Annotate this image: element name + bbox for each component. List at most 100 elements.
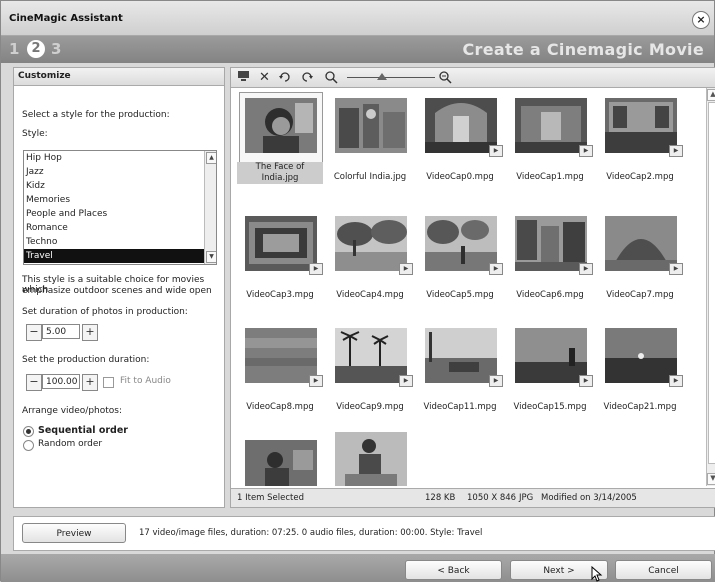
media-thumb[interactable]: ▶ VideoCap8.mpg (237, 328, 323, 428)
play-icon[interactable]: ▶ (669, 263, 683, 275)
image-dimensions: 1050 X 846 (467, 493, 517, 503)
media-caption: VideoCap7.mpg (606, 290, 674, 300)
step-1: 1 (9, 40, 20, 58)
media-thumb[interactable]: ▶ VideoCap7.mpg (597, 216, 683, 316)
style-item[interactable]: Jazz (24, 165, 216, 179)
media-caption: VideoCap8.mpg (246, 402, 314, 412)
media-caption: Colorful India.jpg (333, 172, 407, 182)
play-icon[interactable]: ▶ (489, 375, 503, 387)
play-icon[interactable]: ▶ (669, 145, 683, 157)
zoom-out-icon[interactable] (323, 70, 338, 85)
preview-button[interactable]: Preview (22, 523, 126, 543)
thumbnail-image (335, 328, 407, 383)
zoom-slider-knob[interactable] (377, 73, 387, 80)
increment-button[interactable]: + (82, 324, 98, 341)
media-thumb[interactable] (327, 432, 413, 486)
style-item-selected[interactable]: Travel (24, 249, 216, 263)
select-style-prompt: Select a style for the production: (22, 110, 170, 120)
rotate-right-icon[interactable] (299, 70, 314, 85)
modified-date: Modified on 3/14/2005 (541, 493, 637, 503)
media-thumb[interactable]: ▶ VideoCap11.mpg (417, 328, 503, 428)
play-icon[interactable]: ▶ (399, 375, 413, 387)
file-format: JPG (519, 493, 534, 503)
media-thumb[interactable]: ▶ VideoCap9.mpg (327, 328, 413, 428)
play-icon[interactable]: ▶ (579, 263, 593, 275)
scroll-up-icon[interactable]: ▲ (206, 152, 216, 164)
zoom-in-icon[interactable] (437, 70, 452, 85)
summary-text: 17 video/image files, duration: 07:25. 0… (139, 528, 483, 538)
media-thumb[interactable]: ▶ VideoCap6.mpg (507, 216, 593, 316)
arrange-label: Arrange video/photos: (22, 406, 123, 416)
media-thumb[interactable]: ▶ VideoCap0.mpg (417, 98, 503, 198)
media-thumb[interactable] (237, 440, 323, 486)
media-panel: ✕ The Face of India.jpg Colorful India.j… (230, 67, 715, 508)
scroll-down-icon[interactable]: ▼ (707, 473, 715, 485)
cancel-button[interactable]: Cancel (615, 560, 712, 580)
style-item[interactable]: Hip Hop (24, 151, 216, 165)
customize-panel: Customize Select a style for the product… (13, 67, 225, 508)
delete-icon[interactable]: ✕ (257, 70, 272, 85)
production-duration-stepper: − 100.00 + Fit to Audio (26, 374, 206, 391)
play-icon[interactable]: ▶ (489, 145, 503, 157)
thumbnail-image (515, 328, 587, 383)
style-list-scrollbar[interactable]: ▲ ▼ (204, 151, 216, 264)
production-duration-label: Set the production duration: (22, 355, 150, 365)
media-thumb[interactable]: ▶ VideoCap21.mpg (597, 328, 683, 428)
media-thumb[interactable]: ▶ VideoCap2.mpg (597, 98, 683, 198)
media-scrollbar[interactable]: ▲ ▼ (706, 88, 715, 486)
page-heading: Create a Cinemagic Movie (462, 40, 704, 59)
media-thumb[interactable]: ▶ VideoCap4.mpg (327, 216, 413, 316)
media-grid: The Face of India.jpg Colorful India.jpg … (231, 88, 707, 486)
zoom-slider[interactable] (347, 73, 435, 80)
rotate-left-icon[interactable] (277, 70, 292, 85)
decrement-button[interactable]: − (26, 374, 42, 391)
scroll-up-icon[interactable]: ▲ (707, 89, 715, 101)
back-button[interactable]: < Back (405, 560, 502, 580)
media-thumb[interactable]: ▶ VideoCap15.mpg (507, 328, 593, 428)
caption-line: India.jpg (261, 173, 299, 183)
style-item[interactable]: Techno (24, 235, 216, 249)
thumbnail-image (335, 98, 407, 153)
step-3: 3 (51, 40, 62, 58)
style-item[interactable]: People and Places (24, 207, 216, 221)
increment-button[interactable]: + (82, 374, 98, 391)
scroll-down-icon[interactable]: ▼ (206, 251, 216, 263)
media-thumb[interactable]: ▶ VideoCap5.mpg (417, 216, 503, 316)
style-item[interactable]: Kidz (24, 179, 216, 193)
media-thumb[interactable]: The Face of India.jpg (237, 92, 323, 198)
media-toolbar: ✕ (231, 68, 715, 88)
play-icon[interactable]: ▶ (399, 263, 413, 275)
customize-header: Customize (14, 68, 224, 86)
media-thumb[interactable]: ▶ VideoCap3.mpg (237, 216, 323, 316)
photo-duration-input[interactable]: 5.00 (42, 324, 80, 339)
style-list[interactable]: Hip Hop Jazz Kidz Memories People and Pl… (23, 150, 217, 265)
close-icon[interactable]: × (692, 11, 710, 29)
sequential-order-label: Sequential order (38, 425, 128, 436)
play-icon[interactable]: ▶ (309, 375, 323, 387)
scrollbar-thumb[interactable] (708, 102, 715, 464)
production-duration-input[interactable]: 100.00 (42, 374, 80, 389)
sequential-order-radio[interactable] (23, 426, 34, 437)
media-caption: VideoCap5.mpg (426, 290, 494, 300)
random-order-radio[interactable] (23, 440, 34, 451)
style-item[interactable]: Romance (24, 221, 216, 235)
decrement-button[interactable]: − (26, 324, 42, 341)
play-icon[interactable]: ▶ (489, 263, 503, 275)
media-thumb[interactable]: Colorful India.jpg (327, 98, 413, 198)
window-title: CineMagic Assistant (9, 13, 123, 24)
thumbnail-image (245, 440, 317, 486)
monitor-icon[interactable] (236, 70, 251, 85)
play-icon[interactable]: ▶ (579, 375, 593, 387)
play-icon[interactable]: ▶ (669, 375, 683, 387)
style-label: Style: (22, 129, 48, 139)
play-icon[interactable]: ▶ (579, 145, 593, 157)
fit-to-audio-checkbox[interactable] (103, 377, 114, 388)
style-item[interactable]: Memories (24, 193, 216, 207)
thumbnail-image (515, 98, 587, 153)
thumbnail-image (425, 98, 497, 153)
play-icon[interactable]: ▶ (309, 263, 323, 275)
media-caption: VideoCap11.mpg (423, 402, 497, 412)
style-description-line2: emphasize outdoor scenes and wide open (22, 286, 212, 296)
media-caption: VideoCap1.mpg (516, 172, 584, 182)
media-thumb[interactable]: ▶ VideoCap1.mpg (507, 98, 593, 198)
